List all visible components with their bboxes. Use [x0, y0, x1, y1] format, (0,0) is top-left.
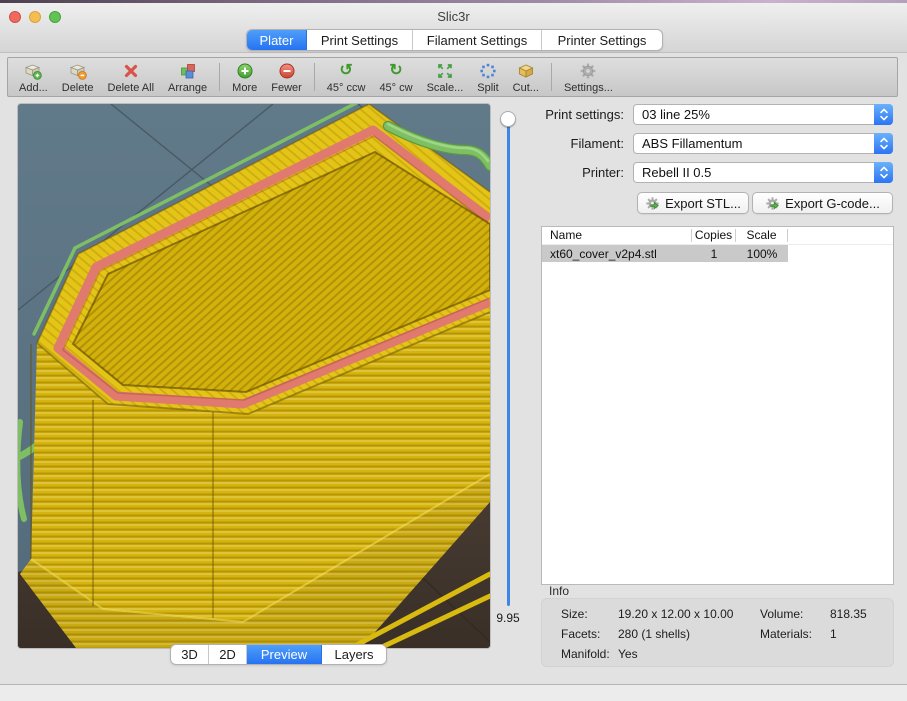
row-copies: 1: [692, 247, 736, 261]
volume-value: 818.35: [830, 607, 867, 621]
cut-button[interactable]: Cut...: [506, 59, 546, 96]
delete-button[interactable]: Delete: [55, 59, 101, 96]
delete-box-icon: [69, 62, 87, 81]
status-bar: [0, 684, 907, 701]
add-button[interactable]: Add...: [12, 59, 55, 96]
print-settings-select[interactable]: 03 line 25%: [633, 104, 893, 125]
split-dots-icon: [479, 62, 497, 81]
filament-select[interactable]: ABS Fillamentum: [633, 133, 893, 154]
table-row[interactable]: xt60_cover_v2p4.stl 1 100%: [542, 245, 788, 262]
delete-all-button[interactable]: Delete All: [101, 59, 161, 96]
layer-slider-value: 9.95: [489, 611, 527, 625]
export-stl-label: Export STL...: [665, 196, 741, 211]
volume-label: Volume:: [760, 607, 803, 621]
rotate-cw-button[interactable]: ↻ 45° cw: [372, 59, 419, 96]
export-gear-arrow-icon: [645, 196, 660, 211]
3d-preview-canvas[interactable]: [17, 103, 491, 649]
rotate-cw-label: 45° cw: [379, 82, 412, 94]
fewer-button[interactable]: Fewer: [264, 59, 309, 96]
settings-gear-icon: [579, 62, 597, 81]
tab-plater[interactable]: Plater: [247, 30, 307, 50]
tab-preview[interactable]: Preview: [247, 645, 322, 664]
fewer-minus-icon: [278, 62, 296, 81]
export-gcode-button[interactable]: Export G-code...: [752, 192, 893, 214]
more-plus-icon: [236, 62, 254, 81]
add-box-icon: [24, 62, 42, 81]
arrange-cubes-icon: [179, 62, 197, 81]
toolbar-separator: [551, 63, 552, 91]
scale-button[interactable]: Scale...: [420, 59, 471, 96]
delete-label: Delete: [62, 82, 94, 94]
slic3r-window: Slic3r Plater Print Settings Filament Se…: [0, 0, 907, 701]
info-section-title: Info: [549, 584, 569, 598]
print-settings-value: 03 line 25%: [642, 105, 710, 124]
delete-all-icon: [122, 62, 140, 81]
toolbar-separator: [314, 63, 315, 91]
chevron-up-down-icon: [874, 162, 893, 183]
facets-value: 280 (1 shells): [618, 627, 690, 641]
tab-layers[interactable]: Layers: [322, 645, 386, 664]
window-title: Slic3r: [0, 9, 907, 24]
info-box: Size: 19.20 x 12.00 x 10.00 Volume: 818.…: [541, 598, 894, 667]
arrange-label: Arrange: [168, 82, 207, 94]
facets-label: Facets:: [561, 627, 600, 641]
settings-button[interactable]: Settings...: [557, 59, 620, 96]
cut-label: Cut...: [513, 82, 539, 94]
filament-label: Filament:: [524, 133, 624, 154]
rotate-cw-icon: ↻: [389, 62, 402, 81]
print-settings-label: Print settings:: [524, 104, 624, 125]
tab-3d[interactable]: 3D: [171, 645, 209, 664]
size-label: Size:: [561, 607, 588, 621]
layer-slider-thumb[interactable]: [500, 111, 516, 127]
objects-table[interactable]: Name Copies Scale xt60_cover_v2p4.stl 1 …: [541, 226, 894, 585]
manifold-label: Manifold:: [561, 647, 610, 661]
printer-select[interactable]: Rebell II 0.5: [633, 162, 893, 183]
column-header-name[interactable]: Name: [542, 229, 692, 242]
cut-box-icon: [517, 62, 535, 81]
filament-value: ABS Fillamentum: [642, 134, 742, 153]
export-gear-arrow-icon: [765, 196, 780, 211]
printer-value: Rebell II 0.5: [642, 163, 711, 182]
scale-arrows-icon: [436, 62, 454, 81]
tab-print-settings[interactable]: Print Settings: [307, 30, 413, 50]
toolbar: Add... Delete Delete All: [7, 57, 898, 97]
add-label: Add...: [19, 82, 48, 94]
scale-label: Scale...: [427, 82, 464, 94]
materials-label: Materials:: [760, 627, 812, 641]
size-value: 19.20 x 12.00 x 10.00: [618, 607, 733, 621]
arrange-button[interactable]: Arrange: [161, 59, 214, 96]
more-label: More: [232, 82, 257, 94]
tab-printer-settings[interactable]: Printer Settings: [542, 30, 662, 50]
column-header-copies[interactable]: Copies: [692, 229, 736, 242]
fewer-label: Fewer: [271, 82, 302, 94]
layer-slider-track[interactable]: [507, 120, 510, 606]
column-header-scale[interactable]: Scale: [736, 229, 788, 242]
export-stl-button[interactable]: Export STL...: [637, 192, 749, 214]
split-label: Split: [477, 82, 498, 94]
row-name: xt60_cover_v2p4.stl: [542, 247, 692, 261]
row-scale: 100%: [736, 247, 788, 261]
materials-value: 1: [830, 627, 837, 641]
manifold-value: Yes: [618, 647, 638, 661]
tab-2d[interactable]: 2D: [209, 645, 247, 664]
delete-all-label: Delete All: [108, 82, 154, 94]
chevron-up-down-icon: [874, 104, 893, 125]
printer-label: Printer:: [524, 162, 624, 183]
toolbar-separator: [219, 63, 220, 91]
main-tab-bar: Plater Print Settings Filament Settings …: [246, 29, 663, 51]
rotate-ccw-button[interactable]: ↺ 45° ccw: [320, 59, 373, 96]
rotate-ccw-icon: ↺: [339, 62, 352, 81]
tab-filament-settings[interactable]: Filament Settings: [413, 30, 542, 50]
settings-label: Settings...: [564, 82, 613, 94]
split-button[interactable]: Split: [470, 59, 505, 96]
more-button[interactable]: More: [225, 59, 264, 96]
rotate-ccw-label: 45° ccw: [327, 82, 366, 94]
view-mode-tab-bar: 3D 2D Preview Layers: [170, 644, 387, 665]
chevron-up-down-icon: [874, 133, 893, 154]
export-gcode-label: Export G-code...: [785, 196, 880, 211]
objects-table-header: Name Copies Scale: [542, 227, 893, 245]
